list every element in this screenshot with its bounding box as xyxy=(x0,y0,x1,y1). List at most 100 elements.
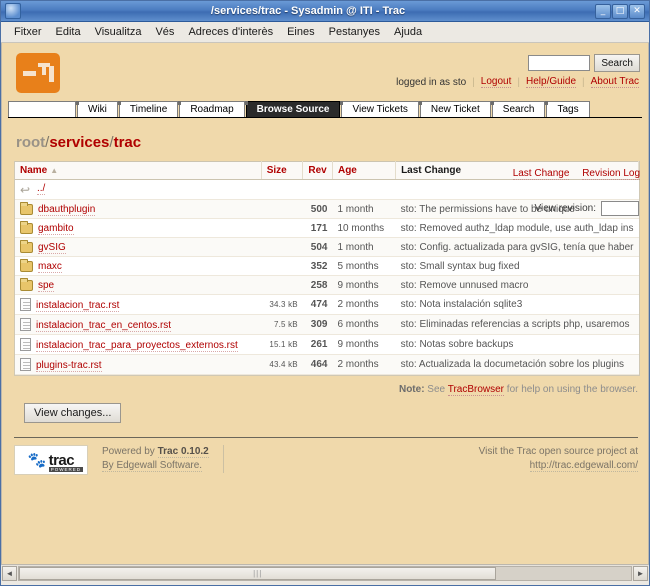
horizontal-scrollbar[interactable]: ◄ ||| ► xyxy=(1,564,649,581)
row-name-cell[interactable]: instalacion_trac.rst xyxy=(15,294,262,315)
tab-tags[interactable]: Tags xyxy=(545,101,590,117)
entry-link[interactable]: maxc xyxy=(38,260,62,273)
tab-timeline[interactable]: Timeline xyxy=(117,101,179,117)
window-controls: _ □ ✕ xyxy=(595,3,645,19)
menu-fitxer[interactable]: Fitxer xyxy=(7,24,49,40)
site-logo-icon[interactable] xyxy=(16,53,60,93)
tab-view-tickets[interactable]: View Tickets xyxy=(340,101,419,117)
table-row[interactable]: gambito 171 10 months sto: Removed authz… xyxy=(15,218,639,238)
sort-ascending-icon: ▲ xyxy=(50,166,59,175)
breadcrumb-trac[interactable]: trac xyxy=(114,134,142,151)
row-rev-cell[interactable]: 500 xyxy=(302,199,333,219)
row-age-cell: 1 month xyxy=(332,237,396,257)
row-age-cell: 9 months xyxy=(332,275,396,295)
table-row[interactable]: spe 258 9 months sto: Remove unnused mac… xyxy=(15,275,639,295)
col-header-size[interactable]: Size xyxy=(261,161,304,180)
col-header-age[interactable]: Age xyxy=(332,161,397,180)
menu-ves[interactable]: Vés xyxy=(148,24,181,40)
entry-link[interactable]: dbauthplugin xyxy=(38,203,96,216)
parent-dir-name[interactable]: ↩ ../ xyxy=(15,179,262,200)
logout-link[interactable]: Logout xyxy=(480,76,512,88)
close-icon[interactable]: ✕ xyxy=(629,3,645,19)
parent-dir-change xyxy=(395,179,639,200)
entry-link[interactable]: plugins-trac.rst xyxy=(36,360,102,372)
table-row[interactable]: maxc 352 5 months sto: Small syntax bug … xyxy=(15,256,639,276)
breadcrumb-services[interactable]: services xyxy=(49,134,109,151)
parent-dir-link[interactable]: ../ xyxy=(37,183,46,195)
search-input[interactable] xyxy=(528,55,591,71)
row-name-cell[interactable]: dbauthplugin xyxy=(15,199,262,219)
scrollbar-track[interactable]: ||| xyxy=(18,565,632,581)
table-row[interactable]: instalacion_trac_para_proyectos_externos… xyxy=(15,334,639,355)
table-row[interactable]: plugins-trac.rst 43.4 kB 464 2 months st… xyxy=(15,354,639,375)
trac-version-link[interactable]: Trac 0.10.2 xyxy=(157,446,209,458)
folder-icon xyxy=(20,220,33,234)
view-revision-input[interactable] xyxy=(601,201,639,216)
search-button[interactable]: Search xyxy=(594,54,640,72)
powered-by-label: Powered by xyxy=(102,446,158,457)
scroll-right-icon[interactable]: ► xyxy=(633,565,648,581)
tab-roadmap[interactable]: Roadmap xyxy=(178,101,245,117)
row-rev-cell[interactable]: 352 xyxy=(302,256,333,276)
col-header-name[interactable]: Name ▲ xyxy=(15,161,262,180)
edgewall-link[interactable]: By Edgewall Software. xyxy=(102,460,203,472)
breadcrumb-root[interactable]: root xyxy=(16,134,45,151)
quick-search-form: Search xyxy=(528,54,640,72)
table-row[interactable]: instalacion_trac_en_centos.rst 7.5 kB 30… xyxy=(15,314,639,335)
entry-link[interactable]: instalacion_trac_para_proyectos_externos… xyxy=(36,340,238,352)
col-header-rev[interactable]: Rev xyxy=(302,161,333,180)
tab-wiki[interactable]: Wiki xyxy=(76,101,118,117)
row-name-cell[interactable]: instalacion_trac_en_centos.rst xyxy=(15,314,262,335)
trac-powered-badge-icon[interactable]: 🐾 trac POWERED xyxy=(14,445,88,475)
row-name-cell[interactable]: gambito xyxy=(15,218,262,238)
row-age-cell: 2 months xyxy=(332,294,396,315)
entry-link[interactable]: gambito xyxy=(38,222,74,235)
row-name-cell[interactable]: spe xyxy=(15,275,262,295)
minimize-icon[interactable]: _ xyxy=(595,3,611,19)
entry-link[interactable]: spe xyxy=(38,279,55,292)
row-name-cell[interactable]: gvSIG xyxy=(15,237,262,257)
table-row[interactable]: instalacion_trac.rst 34.3 kB 474 2 month… xyxy=(15,294,639,315)
table-row[interactable]: gvSIG 504 1 month sto: Config. actualiza… xyxy=(15,237,639,257)
tab-search[interactable]: Search xyxy=(490,101,546,117)
tab-browse-source[interactable]: Browse Source xyxy=(244,101,341,117)
row-rev-cell[interactable]: 464 xyxy=(302,354,333,375)
row-size-cell xyxy=(261,199,303,219)
trac-site-link[interactable]: http://trac.edgewall.com/ xyxy=(529,460,638,472)
view-changes-button[interactable]: View changes... xyxy=(24,403,122,423)
menu-visualitza[interactable]: Visualitza xyxy=(88,24,149,40)
row-change-cell: sto: Actualizada la documetación sobre l… xyxy=(395,354,639,375)
scroll-left-icon[interactable]: ◄ xyxy=(2,565,17,581)
tab-new-ticket[interactable]: New Ticket xyxy=(418,101,491,117)
about-trac-link[interactable]: About Trac xyxy=(590,76,639,88)
entry-link[interactable]: instalacion_trac.rst xyxy=(36,300,120,312)
help-guide-link[interactable]: Help/Guide xyxy=(526,76,577,88)
menu-pestanyes[interactable]: Pestanyes xyxy=(322,24,387,40)
menu-eines[interactable]: Eines xyxy=(280,24,322,40)
revision-log-link[interactable]: Revision Log xyxy=(582,168,640,180)
browser-viewport: Search logged in as sto | Logout | Help/… xyxy=(1,43,649,564)
row-name-cell[interactable]: instalacion_trac_para_proyectos_externos… xyxy=(15,334,262,355)
file-icon xyxy=(20,318,31,331)
trac-page: Search logged in as sto | Logout | Help/… xyxy=(2,43,648,564)
tracbrowser-link[interactable]: TracBrowser xyxy=(447,384,505,396)
row-rev-cell[interactable]: 258 xyxy=(302,275,333,295)
dirlist-table: Name ▲ Size Rev Age Last Change ↩ ../ db… xyxy=(15,161,639,375)
row-name-cell[interactable]: maxc xyxy=(15,256,262,276)
maximize-icon[interactable]: □ xyxy=(612,3,628,19)
row-name-cell[interactable]: plugins-trac.rst xyxy=(15,354,262,375)
row-rev-cell[interactable]: 261 xyxy=(302,334,333,355)
row-rev-cell[interactable]: 504 xyxy=(302,237,333,257)
parent-directory-row[interactable]: ↩ ../ xyxy=(15,179,639,200)
last-change-link[interactable]: Last Change xyxy=(512,168,570,180)
menu-edita[interactable]: Edita xyxy=(49,24,88,40)
row-rev-cell[interactable]: 474 xyxy=(302,294,333,315)
scrollbar-thumb[interactable]: ||| xyxy=(19,566,497,580)
menu-ajuda[interactable]: Ajuda xyxy=(387,24,429,40)
trac-footer: 🐾 trac POWERED Powered by Trac 0.10.2 By… xyxy=(14,437,638,475)
entry-link[interactable]: instalacion_trac_en_centos.rst xyxy=(36,320,172,332)
row-rev-cell[interactable]: 171 xyxy=(302,218,333,238)
row-rev-cell[interactable]: 309 xyxy=(302,314,333,335)
menu-adreces[interactable]: Adreces d'interès xyxy=(181,24,280,40)
entry-link[interactable]: gvSIG xyxy=(38,241,66,254)
